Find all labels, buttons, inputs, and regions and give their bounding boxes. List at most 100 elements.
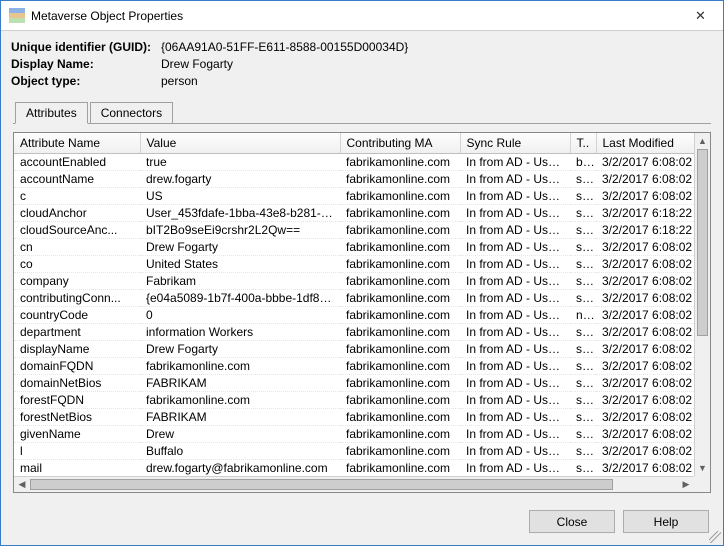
col-attribute-name[interactable]: Attribute Name: [14, 133, 140, 154]
hscroll-thumb[interactable]: [30, 479, 613, 490]
table-row[interactable]: domainFQDNfabrikamonline.comfabrikamonli…: [14, 358, 694, 375]
cell-rule: In from AD - User ...: [460, 205, 570, 222]
table-row[interactable]: countryCode0fabrikamonline.comIn from AD…: [14, 307, 694, 324]
scroll-right-icon[interactable]: ▶: [678, 477, 694, 492]
cell-mod: 3/2/2017 6:18:22 AM: [596, 205, 694, 222]
cell-value: US: [140, 188, 340, 205]
scroll-corner: [694, 476, 710, 492]
table-row[interactable]: departmentinformation Workersfabrikamonl…: [14, 324, 694, 341]
cell-mod: 3/2/2017 6:08:02 AM: [596, 426, 694, 443]
table-row[interactable]: domainNetBiosFABRIKAMfabrikamonline.comI…: [14, 375, 694, 392]
col-t[interactable]: T..: [570, 133, 596, 154]
col-sync-rule[interactable]: Sync Rule: [460, 133, 570, 154]
cell-name: cloudSourceAnc...: [14, 222, 140, 239]
table-row[interactable]: cloudAnchorUser_453fdafe-1bba-43e8-b281-…: [14, 205, 694, 222]
cell-t: s...: [570, 392, 596, 409]
cell-t: s...: [570, 375, 596, 392]
table-row[interactable]: companyFabrikamfabrikamonline.comIn from…: [14, 273, 694, 290]
table-row[interactable]: lBuffalofabrikamonline.comIn from AD - U…: [14, 443, 694, 460]
table-row[interactable]: forestFQDNfabrikamonline.comfabrikamonli…: [14, 392, 694, 409]
cell-ma: fabrikamonline.com: [340, 273, 460, 290]
cell-value: fabrikamonline.com: [140, 358, 340, 375]
cell-name: l: [14, 443, 140, 460]
cell-ma: fabrikamonline.com: [340, 290, 460, 307]
cell-rule: In from AD - User ...: [460, 290, 570, 307]
cell-value: {e04a5089-1b7f-400a-bbbe-1df836658...: [140, 290, 340, 307]
scroll-left-icon[interactable]: ◀: [14, 477, 30, 492]
table-row[interactable]: maildrew.fogarty@fabrikamonline.comfabri…: [14, 460, 694, 477]
cell-rule: In from AD - User ...: [460, 443, 570, 460]
cell-rule: In from AD - User ...: [460, 273, 570, 290]
cell-t: s...: [570, 358, 596, 375]
table-row[interactable]: forestNetBiosFABRIKAMfabrikamonline.comI…: [14, 409, 694, 426]
col-value[interactable]: Value: [140, 133, 340, 154]
cell-value: true: [140, 154, 340, 171]
titlebar: Metaverse Object Properties ✕: [1, 1, 723, 31]
cell-t: s...: [570, 205, 596, 222]
tab-attributes[interactable]: Attributes: [15, 102, 88, 124]
cell-t: s...: [570, 460, 596, 477]
cell-mod: 3/2/2017 6:08:02 AM: [596, 188, 694, 205]
cell-ma: fabrikamonline.com: [340, 375, 460, 392]
display-name-label: Display Name:: [11, 56, 161, 73]
cell-value: Buffalo: [140, 443, 340, 460]
cell-value: fabrikamonline.com: [140, 392, 340, 409]
cell-value: Drew Fogarty: [140, 239, 340, 256]
col-contributing-ma[interactable]: Contributing MA: [340, 133, 460, 154]
table-row[interactable]: cnDrew Fogartyfabrikamonline.comIn from …: [14, 239, 694, 256]
hscroll-track[interactable]: [30, 477, 678, 492]
table-row[interactable]: accountNamedrew.fogartyfabrikamonline.co…: [14, 171, 694, 188]
table-row[interactable]: givenNameDrewfabrikamonline.comIn from A…: [14, 426, 694, 443]
cell-t: s...: [570, 171, 596, 188]
cell-value: drew.fogarty@fabrikamonline.com: [140, 460, 340, 477]
cell-ma: fabrikamonline.com: [340, 307, 460, 324]
cell-mod: 3/2/2017 6:08:02 AM: [596, 460, 694, 477]
col-last-modified[interactable]: Last Modified: [596, 133, 694, 154]
cell-rule: In from AD - User ...: [460, 460, 570, 477]
table-row[interactable]: contributingConn...{e04a5089-1b7f-400a-b…: [14, 290, 694, 307]
grid-frame: Attribute Name Value Contributing MA Syn…: [13, 132, 711, 493]
dialog-window: Metaverse Object Properties ✕ Unique ide…: [0, 0, 724, 546]
cell-name: c: [14, 188, 140, 205]
table-row[interactable]: coUnited Statesfabrikamonline.comIn from…: [14, 256, 694, 273]
table-row[interactable]: accountEnabledtruefabrikamonline.comIn f…: [14, 154, 694, 171]
cell-rule: In from AD - User ...: [460, 358, 570, 375]
table-row[interactable]: cUSfabrikamonline.comIn from AD - User .…: [14, 188, 694, 205]
cell-name: company: [14, 273, 140, 290]
cell-name: displayName: [14, 341, 140, 358]
table-row[interactable]: cloudSourceAnc...bIT2Bo9seEi9crshr2L2Qw=…: [14, 222, 694, 239]
vertical-scrollbar[interactable]: ▲ ▼: [694, 133, 710, 476]
cell-name: domainNetBios: [14, 375, 140, 392]
window-title: Metaverse Object Properties: [31, 9, 678, 23]
table-header-row: Attribute Name Value Contributing MA Syn…: [14, 133, 694, 154]
cell-value: User_453fdafe-1bba-43e8-b281-75273...: [140, 205, 340, 222]
scroll-down-icon[interactable]: ▼: [695, 460, 710, 476]
cell-rule: In from AD - User ...: [460, 324, 570, 341]
table-row[interactable]: displayNameDrew Fogartyfabrikamonline.co…: [14, 341, 694, 358]
cell-mod: 3/2/2017 6:18:22 AM: [596, 222, 694, 239]
cell-mod: 3/2/2017 6:08:02 AM: [596, 341, 694, 358]
vscroll-thumb[interactable]: [697, 149, 708, 336]
vscroll-track[interactable]: [695, 149, 710, 460]
cell-ma: fabrikamonline.com: [340, 154, 460, 171]
cell-ma: fabrikamonline.com: [340, 409, 460, 426]
cell-ma: fabrikamonline.com: [340, 392, 460, 409]
cell-ma: fabrikamonline.com: [340, 358, 460, 375]
tab-connectors[interactable]: Connectors: [90, 102, 173, 124]
cell-ma: fabrikamonline.com: [340, 256, 460, 273]
cell-value: United States: [140, 256, 340, 273]
window-close-button[interactable]: ✕: [678, 1, 723, 30]
cell-mod: 3/2/2017 6:08:02 AM: [596, 392, 694, 409]
scroll-up-icon[interactable]: ▲: [695, 133, 710, 149]
help-button[interactable]: Help: [623, 510, 709, 533]
cell-t: b...: [570, 154, 596, 171]
cell-t: n...: [570, 307, 596, 324]
cell-mod: 3/2/2017 6:08:02 AM: [596, 409, 694, 426]
cell-name: countryCode: [14, 307, 140, 324]
cell-rule: In from AD - User ...: [460, 171, 570, 188]
cell-ma: fabrikamonline.com: [340, 426, 460, 443]
cell-value: FABRIKAM: [140, 409, 340, 426]
horizontal-scrollbar[interactable]: ◀ ▶: [14, 476, 694, 492]
cell-ma: fabrikamonline.com: [340, 222, 460, 239]
close-button[interactable]: Close: [529, 510, 615, 533]
